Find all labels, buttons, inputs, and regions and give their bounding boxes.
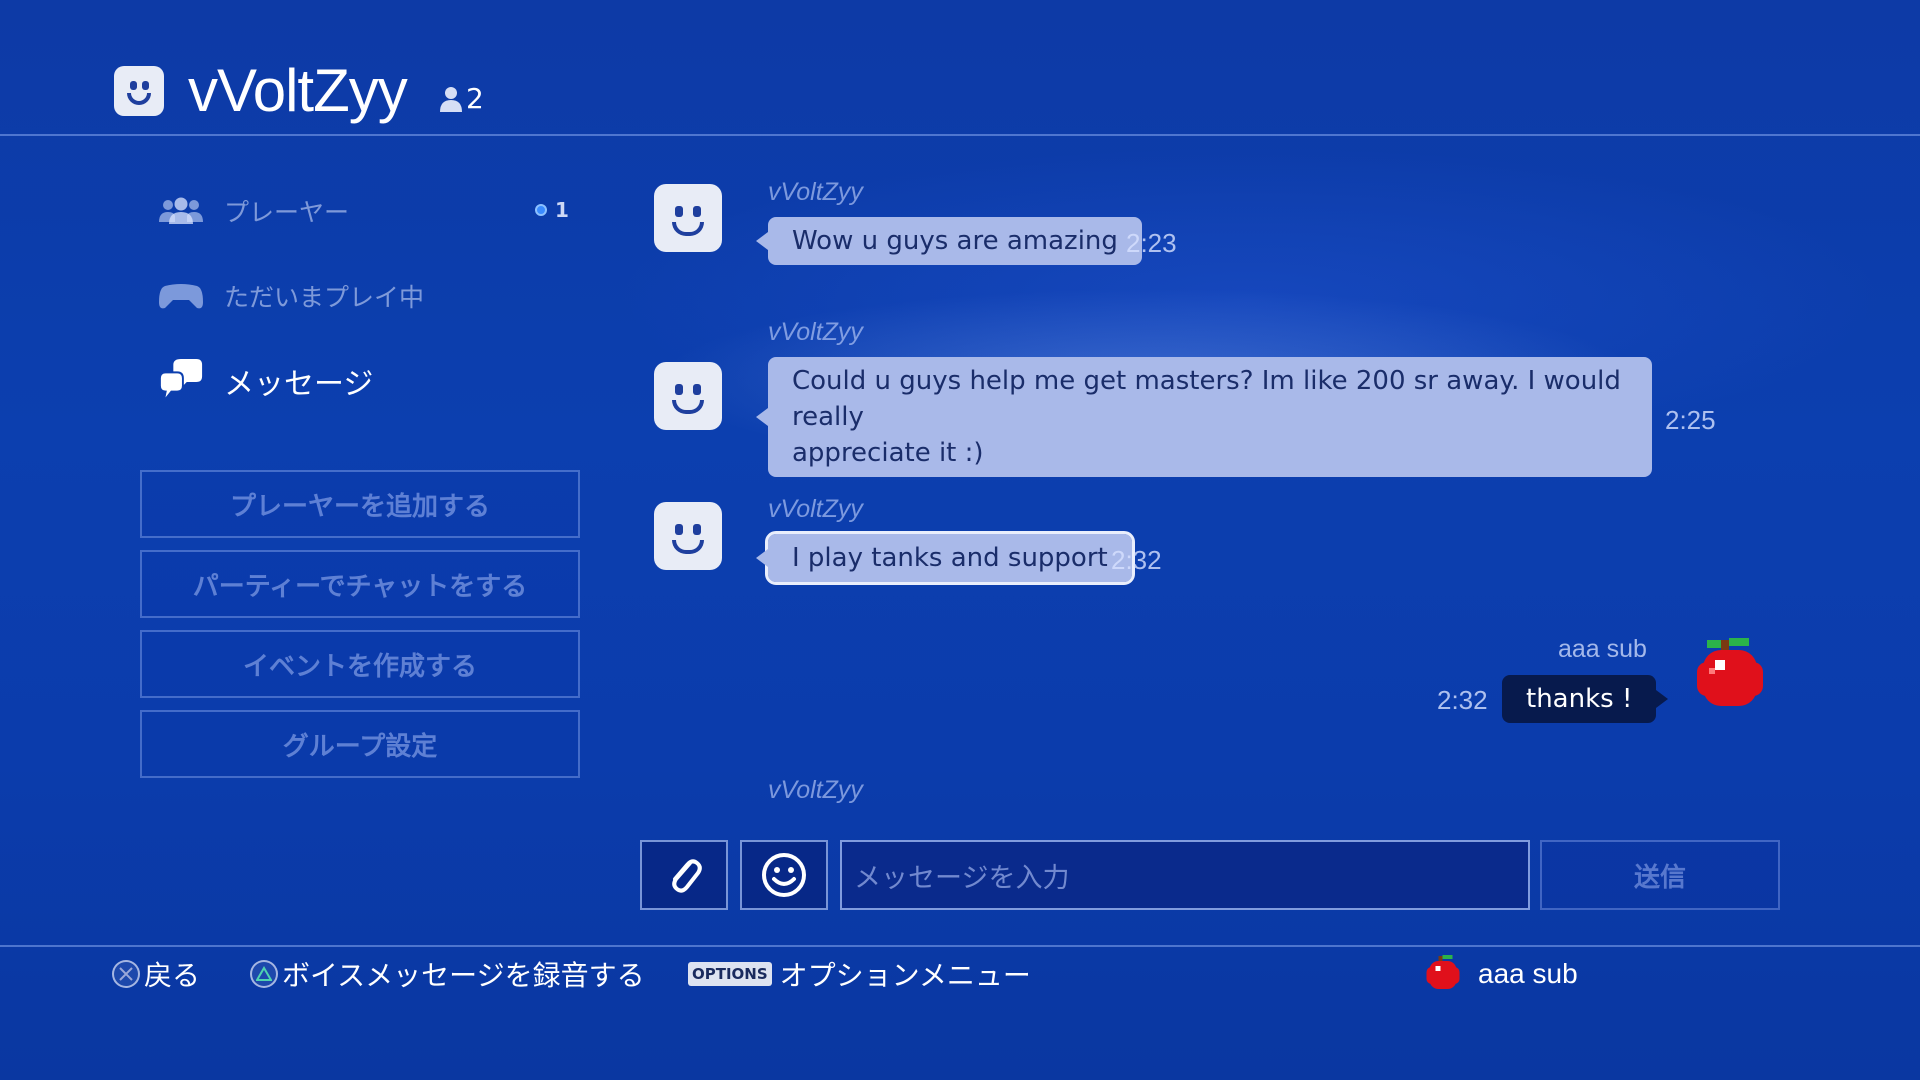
own-message-bubble[interactable]: thanks !	[1502, 675, 1669, 723]
sender-avatar-icon	[654, 502, 722, 570]
message-time: 2:32	[1111, 545, 1162, 575]
sender-avatar-icon	[654, 362, 722, 430]
voice-message-hint-label: ボイスメッセージを録音する	[282, 959, 645, 992]
smiley-icon	[762, 853, 806, 897]
sidebar-item-label: ただいまプレイ中	[224, 283, 425, 312]
back-hint-label: 戻る	[144, 959, 201, 992]
person-icon	[440, 87, 462, 112]
header-divider	[0, 134, 1920, 136]
footer-divider	[0, 945, 1920, 947]
attach-button[interactable]	[640, 840, 728, 910]
cross-button-icon	[112, 960, 140, 988]
message-time: 2:23	[1126, 228, 1177, 258]
group-title: vVoltZyy	[188, 57, 408, 124]
message-text: Could u guys help me get masters? Im lik…	[792, 366, 1621, 432]
member-count: 2	[440, 82, 484, 116]
sidebar-item-now-playing[interactable]: ただいまプレイ中	[158, 278, 424, 314]
message-sender: vVoltZyy	[768, 776, 863, 804]
party-chat-button[interactable]: パーティーでチャットをする	[140, 550, 580, 618]
players-badge-count: 1	[555, 198, 569, 222]
send-button[interactable]: 送信	[1540, 840, 1780, 910]
message-text: I play tanks and support	[792, 543, 1108, 573]
online-dot-icon	[535, 204, 547, 216]
options-button-icon: OPTIONS	[688, 962, 772, 986]
voice-message-hint[interactable]: ボイスメッセージを録音する	[250, 954, 645, 994]
apple-avatar-icon	[1426, 955, 1460, 989]
paperclip-icon	[672, 859, 702, 893]
message-input[interactable]: メッセージを入力	[840, 840, 1530, 910]
group-settings-button[interactable]: グループ設定	[140, 710, 580, 778]
emoji-button[interactable]	[740, 840, 828, 910]
players-badge: 1	[535, 198, 569, 222]
options-menu-hint-label: オプションメニュー	[779, 959, 1031, 992]
triangle-button-icon	[250, 960, 278, 988]
sidebar-item-label: プレーヤー	[224, 198, 350, 227]
message-text: Wow u guys are amazing	[792, 226, 1118, 256]
message-sender: vVoltZyy	[768, 318, 863, 346]
add-player-button[interactable]: プレーヤーを追加する	[140, 470, 580, 538]
message-bubble[interactable]: Could u guys help me get masters? Im lik…	[756, 357, 1652, 477]
message-bubble-selected[interactable]: I play tanks and support	[756, 531, 1135, 585]
sidebar-item-label: メッセージ	[224, 367, 374, 402]
group-avatar-icon	[114, 66, 164, 116]
sender-avatar-icon	[654, 184, 722, 252]
sidebar-item-players[interactable]: プレーヤー	[158, 193, 349, 229]
member-count-value: 2	[466, 82, 484, 115]
apple-avatar-icon	[1693, 636, 1767, 720]
create-event-button[interactable]: イベントを作成する	[140, 630, 580, 698]
sidebar-item-messages[interactable]: メッセージ	[158, 356, 373, 406]
message-text-continued: appreciate it :)	[792, 438, 984, 468]
options-menu-hint[interactable]: OPTIONS オプションメニュー	[688, 954, 1031, 994]
back-hint[interactable]: 戻る	[112, 954, 200, 994]
message-bubble[interactable]: Wow u guys are amazing	[756, 217, 1142, 265]
messages-icon	[158, 356, 204, 406]
message-sender: vVoltZyy	[768, 495, 863, 523]
message-sender: vVoltZyy	[768, 178, 863, 206]
current-user: aaa sub	[1424, 954, 1578, 994]
controller-icon	[158, 281, 204, 311]
message-text: thanks !	[1526, 684, 1633, 714]
current-user-name: aaa sub	[1478, 958, 1578, 989]
message-time: 2:32	[1437, 685, 1488, 715]
own-message-sender: aaa sub	[1558, 635, 1647, 663]
message-time: 2:25	[1665, 405, 1716, 435]
players-icon	[158, 196, 204, 226]
